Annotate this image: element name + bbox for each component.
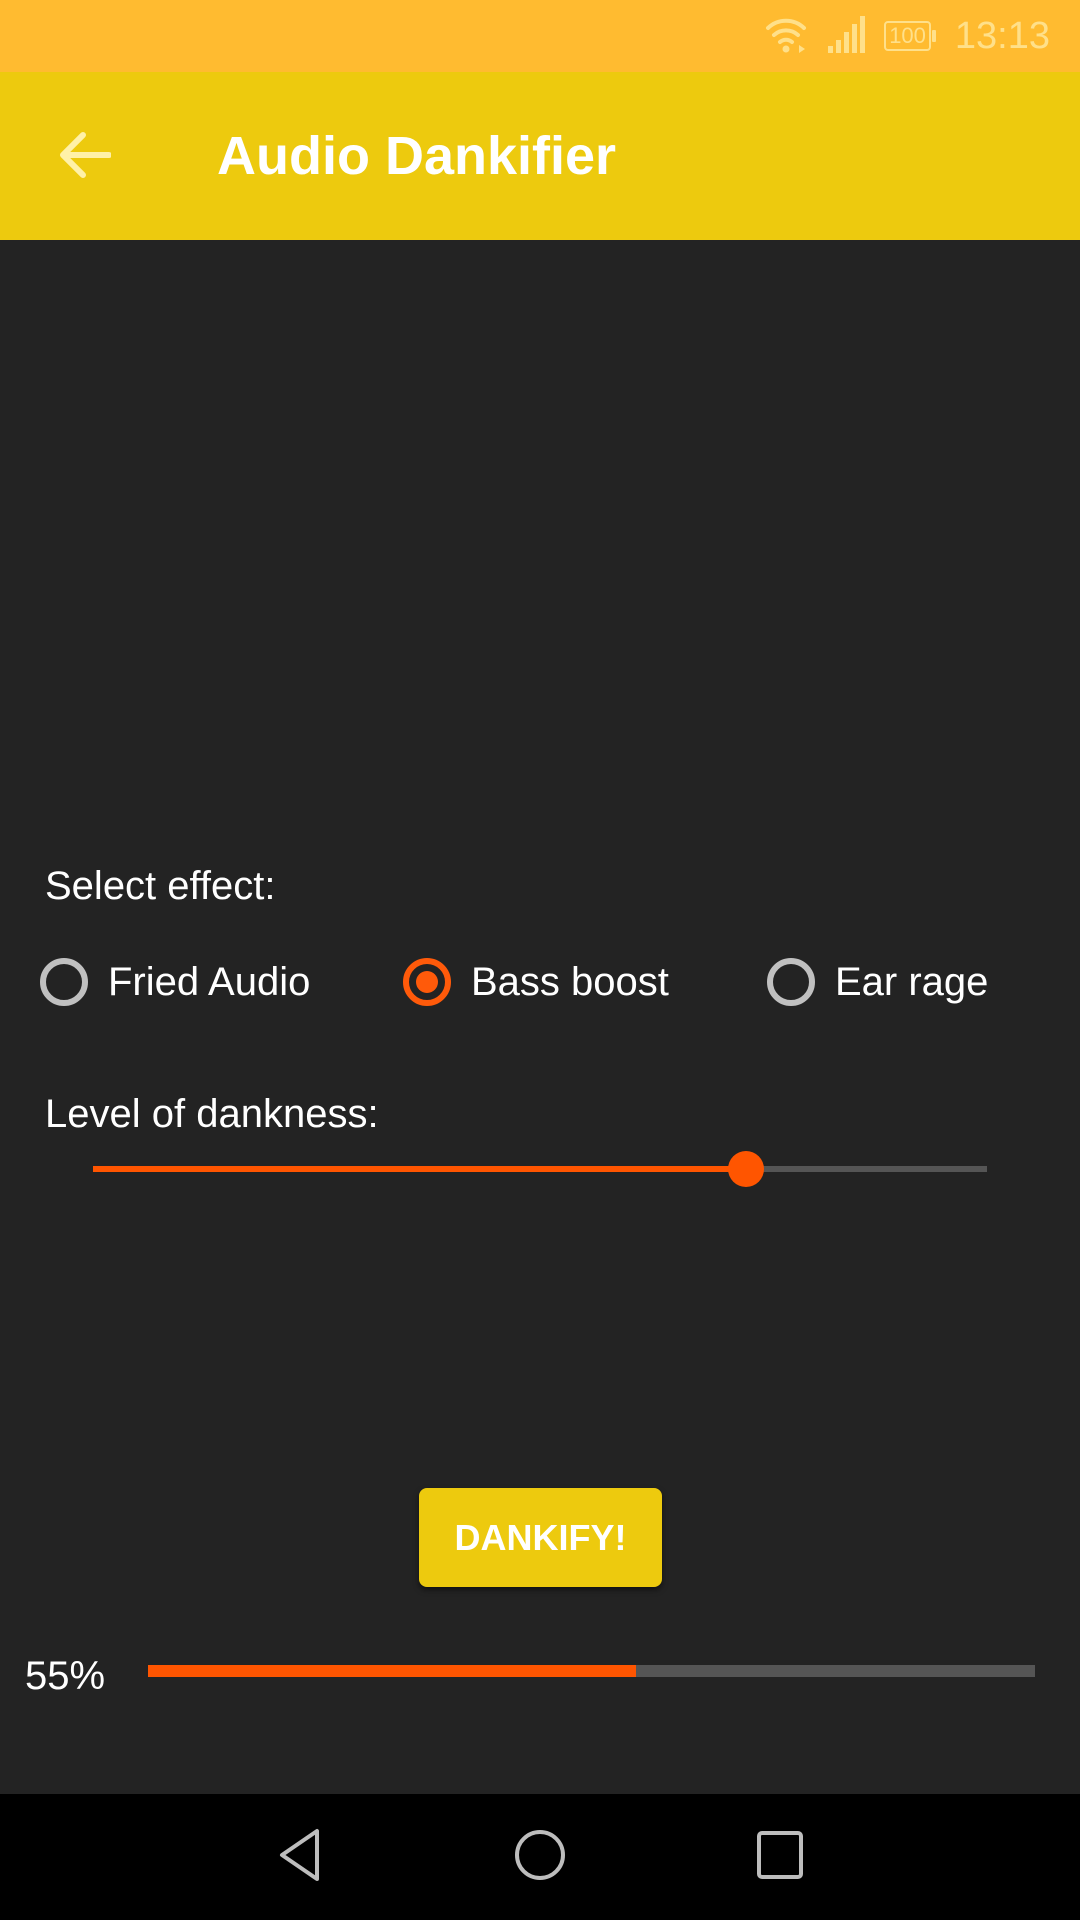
radio-unchecked-icon (40, 958, 88, 1006)
navigation-bar (0, 1794, 1080, 1920)
select-effect-label: Select effect: (45, 864, 276, 908)
home-circle-icon (513, 1828, 567, 1887)
radio-bass-boost[interactable]: Bass boost (403, 944, 669, 1020)
nav-recents-button[interactable] (745, 1824, 815, 1890)
wifi-icon (764, 14, 808, 59)
slider-fill (93, 1166, 746, 1172)
back-button[interactable] (50, 122, 120, 192)
battery-level: 100 (889, 23, 926, 48)
app-bar: Audio Dankifier (0, 72, 1080, 240)
radio-checked-icon (403, 958, 451, 1006)
radio-unchecked-icon (767, 958, 815, 1006)
app-title: Audio Dankifier (217, 126, 617, 186)
radio-ear-rage[interactable]: Ear rage (767, 944, 988, 1020)
arrow-left-icon (59, 131, 112, 183)
status-time: 13:13 (954, 14, 1050, 57)
radio-fried-audio[interactable]: Fried Audio (40, 944, 310, 1020)
nav-home-button[interactable] (505, 1824, 575, 1890)
status-icons: 100 13:13 (764, 14, 1050, 58)
signal-icon (826, 14, 866, 59)
dankness-slider[interactable] (93, 1146, 987, 1192)
progress-bar (148, 1665, 1035, 1677)
radio-label: Ear rage (835, 959, 989, 1004)
nav-back-button[interactable] (265, 1824, 335, 1890)
dankness-label: Level of dankness: (45, 1092, 379, 1136)
progress-fill (148, 1665, 636, 1677)
status-bar: 100 13:13 (0, 0, 1080, 72)
effect-radio-group: Fried Audio Bass boost Ear rage (40, 944, 1060, 1020)
radio-label: Fried Audio (108, 959, 311, 1004)
progress-percent: 55% (25, 1654, 106, 1698)
dankify-button[interactable]: DANKIFY! (419, 1488, 662, 1587)
slider-thumb[interactable] (727, 1151, 764, 1187)
battery-icon: 100 (884, 21, 936, 51)
recents-square-icon (755, 1830, 805, 1885)
back-triangle-icon (277, 1828, 323, 1887)
radio-label: Bass boost (471, 959, 669, 1004)
